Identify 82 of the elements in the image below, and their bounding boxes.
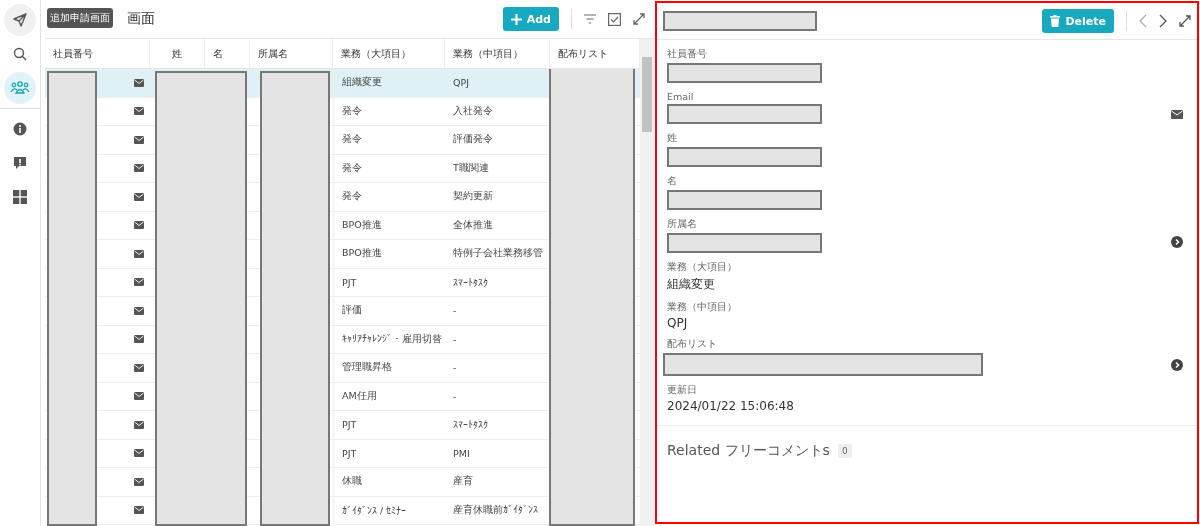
column-header[interactable]: 業務（中項目） (445, 39, 550, 68)
trash-icon (1050, 15, 1061, 27)
table-cell-text: 入社発令 (452, 103, 494, 118)
table-cell: 評価 (333, 297, 445, 325)
field-label: 所属名 (667, 218, 698, 231)
mail-icon[interactable] (134, 78, 144, 87)
table-cell: ｷｬﾘｱﾁｬﾚﾝｼﾞ・雇用切替 (333, 325, 445, 353)
expand-icon[interactable] (633, 13, 645, 25)
table-cell-text: QPJ (452, 76, 470, 91)
table-cell-text: 契約更新 (452, 189, 494, 204)
mail-icon[interactable] (134, 221, 144, 230)
arrow-circle-icon[interactable] (1171, 359, 1183, 371)
table-cell-text: PMI (452, 446, 471, 461)
mail-icon[interactable] (1171, 110, 1183, 119)
mail-icon[interactable] (134, 392, 144, 401)
mail-icon[interactable] (134, 506, 144, 515)
table-cell: PJT (333, 411, 445, 439)
field-value: 組織変更 (667, 276, 716, 293)
people-icon[interactable] (4, 72, 36, 104)
mail-icon[interactable] (134, 249, 144, 258)
table-cell: 休職 (333, 468, 445, 496)
table-cell-text: 産育 (452, 474, 474, 489)
table-cell: 管理職昇格 (333, 354, 445, 382)
table-cell: 発令 (333, 126, 445, 154)
mail-icon[interactable] (134, 192, 144, 201)
field-label: 業務（大項目） (667, 261, 737, 274)
field-label: 社員番号 (667, 48, 708, 61)
field-label: 名 (667, 175, 678, 188)
column-header[interactable]: 業務（大項目） (333, 39, 445, 68)
table-cell: AM任用 (333, 382, 445, 410)
mail-icon[interactable] (134, 363, 144, 372)
field-label: Email (667, 91, 695, 102)
arrow-circle-icon[interactable] (1171, 236, 1183, 248)
table-cell: 組織変更 (333, 69, 445, 97)
mail-icon[interactable] (134, 335, 144, 344)
table-cell-text: 評価発令 (452, 132, 494, 147)
table-cell: ｶﾞｲﾀﾞﾝｽ / ｾﾐﾅｰ (333, 496, 445, 524)
field-label: 業務（中項目） (667, 301, 737, 314)
table-cell-text: - (452, 389, 458, 404)
table-cell: BPO推進 (333, 240, 445, 268)
column-header[interactable]: 名 (205, 39, 250, 68)
table-cell-text: 特例子会社業務移管 (452, 246, 544, 261)
field-label: 配布リスト (667, 338, 718, 351)
table-cell-text: ｽﾏｰﾄﾀｽｸ (452, 418, 489, 433)
checkbox-icon[interactable] (608, 12, 621, 26)
mail-icon[interactable] (134, 306, 144, 315)
table-cell: 発令 (333, 154, 445, 182)
section-title: Related フリーコメントs (667, 442, 830, 460)
mail-icon[interactable] (134, 107, 144, 116)
field-value: 2024/01/22 15:06:48 (667, 399, 794, 413)
table-cell: BPO推進 (333, 211, 445, 239)
page-title: 画面 (127, 10, 155, 28)
table-cell-text: T職関連 (452, 160, 490, 175)
field-label: 姓 (667, 132, 678, 145)
table-cell: PJT (333, 268, 445, 296)
table-cell: 発令 (333, 97, 445, 125)
table-cell-text: 産育休職前ｶﾞｲﾀﾞﾝｽ (452, 502, 539, 517)
mail-icon[interactable] (134, 449, 144, 458)
mail-icon[interactable] (134, 135, 144, 144)
paper-plane-icon[interactable] (4, 4, 36, 36)
table-cell-text: - (452, 361, 458, 376)
table-cell-text: 全体推進 (452, 217, 494, 232)
column-header[interactable]: 姓 (150, 39, 205, 68)
table-cell: PJT (333, 439, 445, 467)
column-header[interactable]: 社員番号 (45, 39, 150, 68)
table-cell-text: - (452, 304, 458, 319)
expand-icon[interactable] (1179, 15, 1191, 27)
table-cell-text: - (452, 332, 458, 347)
mail-icon[interactable] (134, 278, 144, 287)
mail-icon[interactable] (134, 420, 144, 429)
count-badge: 0 (837, 444, 852, 458)
scrollbar[interactable] (640, 39, 654, 526)
field-value: QPJ (667, 316, 689, 330)
table-cell: 発令 (333, 183, 445, 211)
mail-icon[interactable] (134, 164, 144, 173)
column-header[interactable]: 所属名 (250, 39, 333, 68)
tooltip: 追加申請画面 (47, 8, 113, 28)
field-label: 更新日 (667, 384, 698, 397)
table-cell-text: ｽﾏｰﾄﾀｽｸ (452, 275, 489, 290)
next-icon[interactable] (1159, 14, 1167, 28)
mail-icon[interactable] (134, 477, 144, 486)
plus-icon (510, 13, 522, 25)
